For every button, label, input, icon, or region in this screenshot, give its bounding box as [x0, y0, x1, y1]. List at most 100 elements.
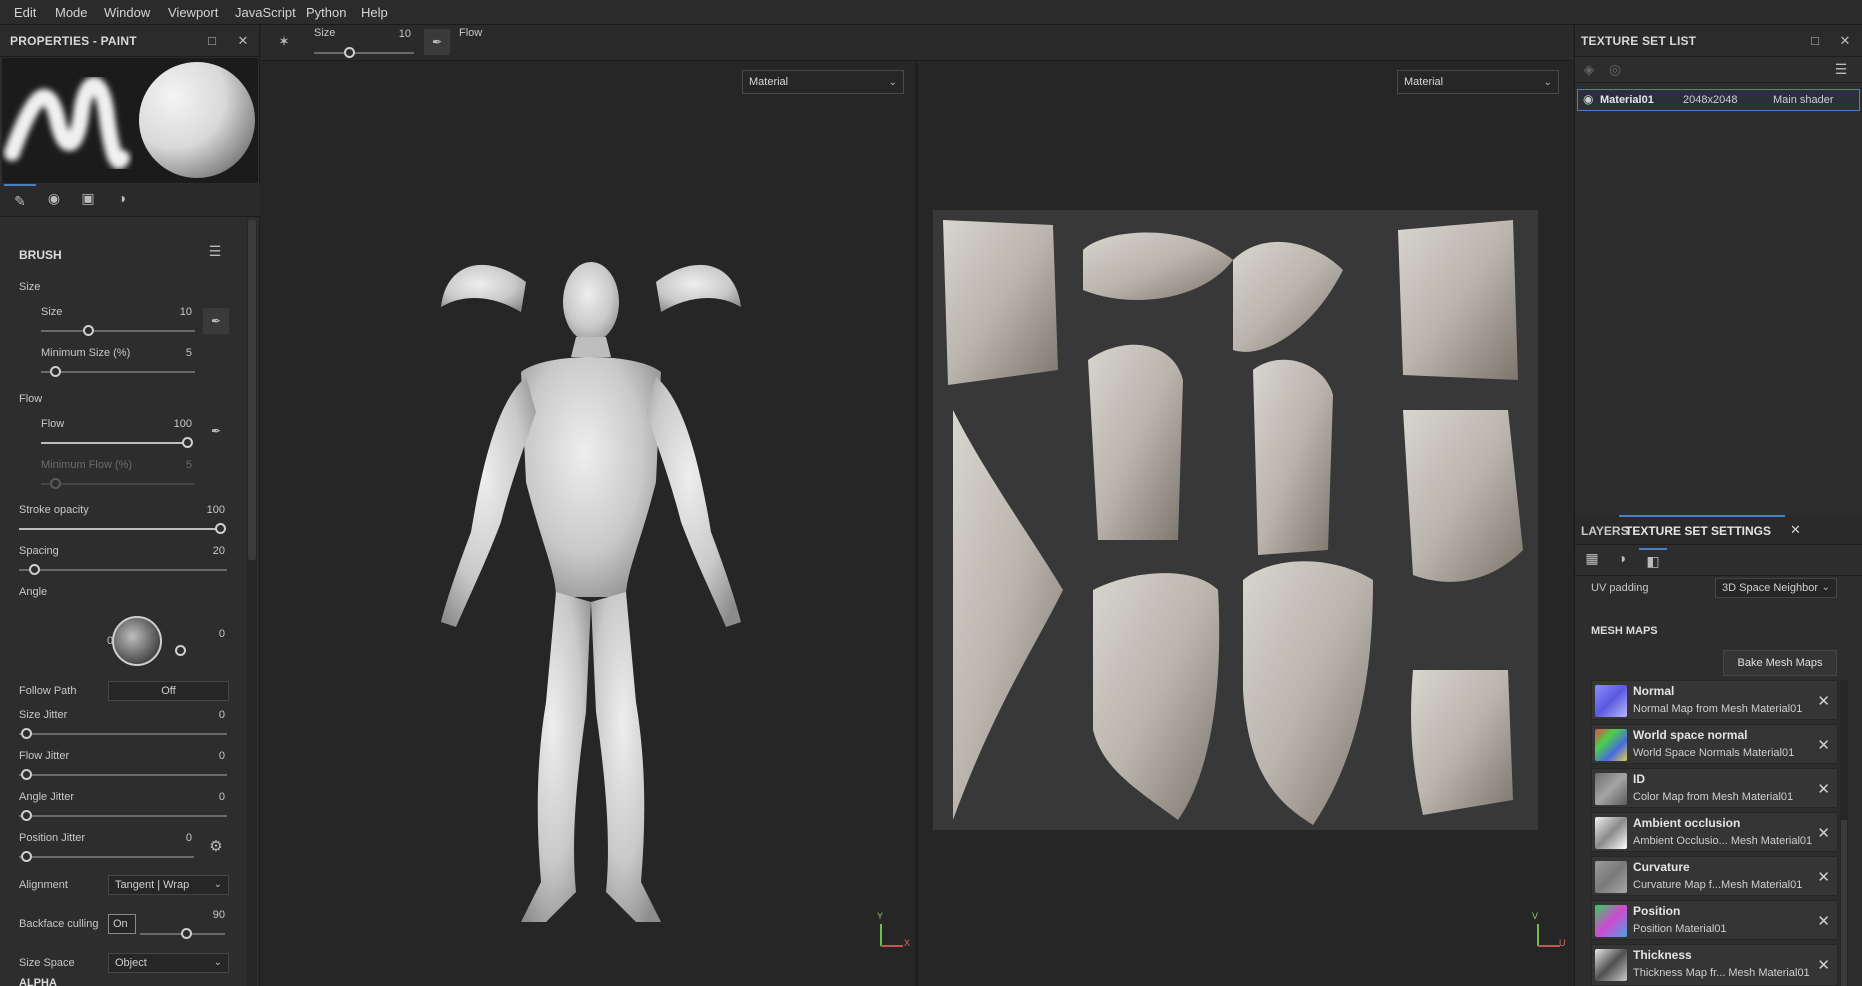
bake-mesh-maps-button[interactable]: Bake Mesh Maps: [1723, 650, 1837, 676]
menu-python[interactable]: Python: [306, 5, 346, 20]
texture-settings-icon[interactable]: ▦: [1579, 550, 1605, 567]
undock-icon[interactable]: □: [202, 31, 222, 51]
id-map-thumbnail: [1595, 773, 1627, 805]
properties-scrollbar[interactable]: [247, 220, 257, 986]
viewport-uv-channel-select[interactable]: Material ⌄: [1397, 70, 1559, 94]
uv-padding-select[interactable]: 3D Space Neighbor ⌄: [1715, 578, 1837, 598]
list-menu-icon[interactable]: ☰: [1831, 61, 1851, 78]
backface-value[interactable]: 90: [190, 909, 225, 921]
mesh-map-item[interactable]: Normal Normal Map from Mesh Material01 ✕: [1591, 680, 1838, 720]
position-jitter-slider[interactable]: [19, 856, 194, 858]
angle-jitter-slider-handle[interactable]: [21, 810, 32, 821]
shader-settings-icon[interactable]: ◑: [1609, 550, 1635, 566]
flow-slider[interactable]: [41, 442, 189, 444]
eye-icon[interactable]: ◉: [1583, 92, 1593, 106]
brush-tab-icon[interactable]: ✎: [4, 184, 36, 216]
stroke-opacity-slider-handle[interactable]: [215, 523, 226, 534]
size-jitter-label: Size Jitter: [19, 709, 68, 721]
size-jitter-value[interactable]: 0: [180, 709, 225, 721]
flow-pressure-icon[interactable]: ✒: [203, 424, 229, 438]
toolbar-size-handle[interactable]: [344, 47, 355, 58]
visibility-group-icon[interactable]: ◈: [1579, 61, 1599, 78]
mesh-map-item[interactable]: Curvature Curvature Map f...Mesh Materia…: [1591, 856, 1838, 896]
eye-outline-icon[interactable]: ◎: [1605, 61, 1625, 78]
menu-javascript[interactable]: JavaScript: [235, 5, 296, 20]
stroke-opacity-slider[interactable]: [19, 528, 222, 530]
flow-jitter-slider[interactable]: [19, 774, 227, 776]
flow-slider-handle[interactable]: [182, 437, 193, 448]
remove-map-icon[interactable]: ✕: [1817, 780, 1830, 798]
viewport-3d[interactable]: Material ⌄ Y X: [261, 62, 915, 986]
scrollbar-thumb[interactable]: [248, 220, 256, 560]
backface-toggle[interactable]: On: [108, 914, 136, 934]
remove-map-icon[interactable]: ✕: [1817, 736, 1830, 754]
size-pressure-icon[interactable]: ✒: [424, 29, 450, 55]
size-slider-handle[interactable]: [83, 325, 94, 336]
size-space-value: Object: [115, 957, 147, 969]
close-icon[interactable]: ✕: [1835, 31, 1855, 51]
pen-pressure-icon[interactable]: ✒: [203, 308, 229, 334]
mesh-map-item[interactable]: Position Position Material01 ✕: [1591, 900, 1838, 940]
close-icon[interactable]: ✕: [233, 31, 253, 51]
spacing-slider[interactable]: [19, 569, 227, 571]
position-jitter-slider-handle[interactable]: [21, 851, 32, 862]
mesh-maps-scrollbar[interactable]: [1840, 680, 1848, 986]
remove-map-icon[interactable]: ✕: [1817, 824, 1830, 842]
remove-map-icon[interactable]: ✕: [1817, 956, 1830, 974]
alpha-tab-icon[interactable]: ▣: [74, 190, 102, 207]
viewport-uv[interactable]: Material ⌄ V U: [918, 62, 1573, 986]
mesh-maps-settings-icon[interactable]: ◧: [1639, 548, 1667, 574]
angle-jitter-value[interactable]: 0: [180, 791, 225, 803]
size-jitter-slider[interactable]: [19, 733, 227, 735]
viewport-3d-channel-select[interactable]: Material ⌄: [742, 70, 904, 94]
toolbar-size-value[interactable]: 10: [371, 28, 411, 40]
brush-menu-icon[interactable]: ☰: [205, 243, 225, 260]
scrollbar-thumb[interactable]: [1841, 820, 1847, 986]
angle-value[interactable]: 0: [185, 628, 225, 640]
menu-window[interactable]: Window: [104, 5, 150, 20]
close-tab-icon[interactable]: ✕: [1790, 522, 1801, 538]
tool-preset-icon[interactable]: ✶: [273, 33, 295, 50]
texture-set-row[interactable]: ◉ Material01 2048x2048 Main shader: [1577, 89, 1860, 111]
remove-map-icon[interactable]: ✕: [1817, 868, 1830, 886]
spacing-value[interactable]: 20: [180, 545, 225, 557]
angle-jitter-slider[interactable]: [19, 815, 227, 817]
menu-viewport[interactable]: Viewport: [168, 5, 218, 20]
toolbar-size-slider[interactable]: [314, 52, 414, 54]
texture-set-name: Material01: [1600, 94, 1654, 106]
menu-help[interactable]: Help: [361, 5, 388, 20]
size-jitter-slider-handle[interactable]: [21, 728, 32, 739]
flow-jitter-slider-handle[interactable]: [21, 769, 32, 780]
menu-edit[interactable]: Edit: [14, 5, 36, 20]
backface-slider-handle[interactable]: [181, 928, 192, 939]
mesh-map-item[interactable]: Thickness Thickness Map fr... Mesh Mater…: [1591, 944, 1838, 986]
mesh-map-item[interactable]: World space normal World Space Normals M…: [1591, 724, 1838, 764]
size-slider[interactable]: [41, 330, 195, 332]
remove-map-icon[interactable]: ✕: [1817, 912, 1830, 930]
size-space-select[interactable]: Object ⌄: [108, 953, 229, 973]
mesh-map-item[interactable]: ID Color Map from Mesh Material01 ✕: [1591, 768, 1838, 808]
alignment-select[interactable]: Tangent | Wrap ⌄: [108, 875, 229, 895]
flow-jitter-value[interactable]: 0: [180, 750, 225, 762]
angle-dial[interactable]: [112, 616, 162, 666]
remove-map-icon[interactable]: ✕: [1817, 692, 1830, 710]
spacing-slider-handle[interactable]: [29, 564, 40, 575]
tab-texture-set-settings[interactable]: TEXTURE SET SETTINGS: [1619, 515, 1785, 545]
stroke-opacity-value[interactable]: 100: [180, 504, 225, 516]
size-value[interactable]: 10: [150, 306, 192, 318]
stencil-tab-icon[interactable]: ◑: [108, 190, 136, 206]
uv-texture-canvas[interactable]: [933, 210, 1538, 830]
min-size-slider-handle[interactable]: [50, 366, 61, 377]
min-size-slider[interactable]: [41, 371, 195, 373]
angle-slider-handle[interactable]: [175, 645, 186, 656]
gear-icon[interactable]: ⚙: [205, 837, 227, 855]
position-jitter-value[interactable]: 0: [150, 832, 192, 844]
flow-value[interactable]: 100: [150, 418, 192, 430]
follow-path-toggle[interactable]: Off: [108, 681, 229, 701]
undock-icon[interactable]: □: [1805, 31, 1825, 51]
character-model[interactable]: [426, 242, 756, 962]
menu-mode[interactable]: Mode: [55, 5, 88, 20]
material-tab-icon[interactable]: ◉: [40, 190, 68, 207]
min-size-value[interactable]: 5: [150, 347, 192, 359]
mesh-map-item[interactable]: Ambient occlusion Ambient Occlusio... Me…: [1591, 812, 1838, 852]
